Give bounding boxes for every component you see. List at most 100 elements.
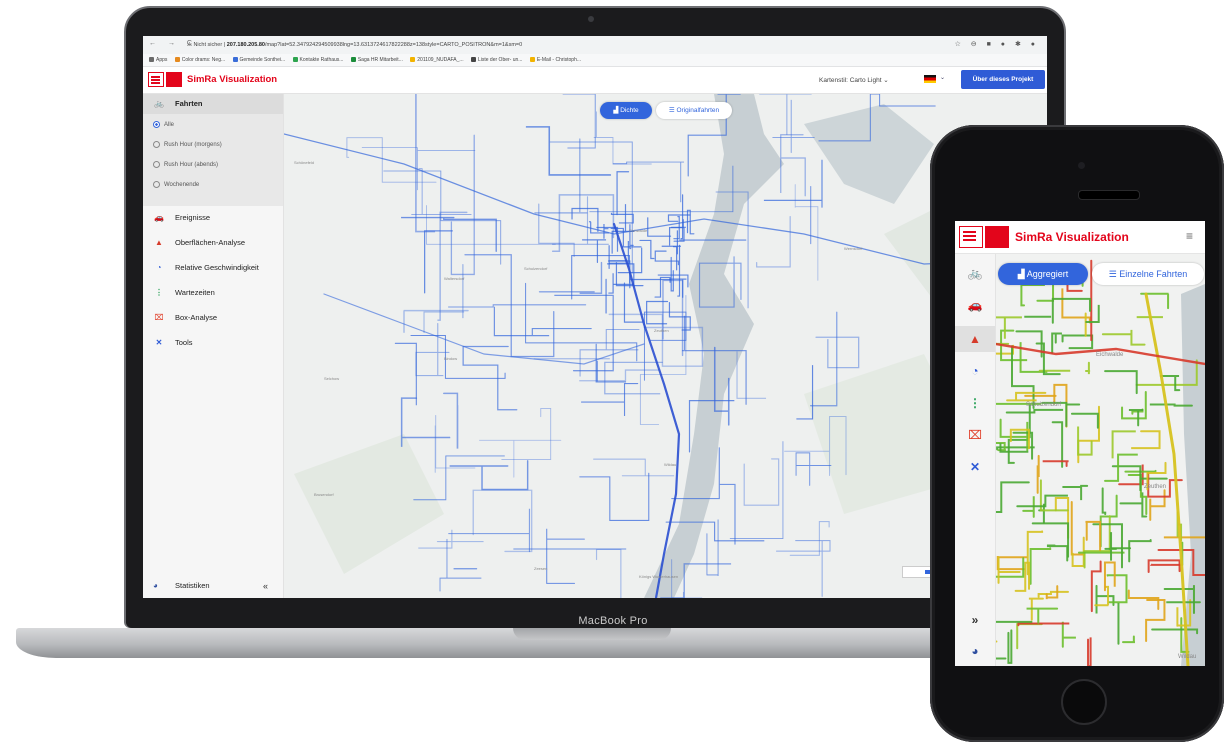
surface-quality-lines [996,259,1205,666]
sidebar-item-geschwindigkeit[interactable]: ◔ Relative Geschwindigkeit [143,258,283,278]
sidebar-item-oberflaechen[interactable]: ▲ Oberflächen-Analyse [143,233,283,253]
route-segment [472,489,533,553]
route-segment [677,244,681,297]
route-segment [1128,538,1152,563]
bicycle-icon[interactable]: 🚲 [955,260,995,286]
about-project-button[interactable]: Über dieses Projekt [961,70,1045,89]
speedometer-icon[interactable]: ◔ [955,358,995,384]
traffic-light-icon[interactable]: ⋮ [955,390,995,416]
filter-radio-weekend[interactable]: Wochenende [153,178,293,192]
route-segment [759,94,812,135]
box-select-icon[interactable]: ⌧ [955,422,995,448]
laptop-screen: ← → C ⚠ Nicht sicher | 207.180.205.80/ma… [143,36,1047,598]
sidebar-item-ereignisse[interactable]: 🚗 Ereignisse [143,208,283,228]
car-icon[interactable]: 🚗 [955,292,995,318]
route-segment [410,334,506,379]
filter-radio-rush-evening[interactable]: Rush Hour (abends) [153,158,293,172]
collapse-sidebar-icon[interactable]: « [263,576,268,596]
box-select-icon: ⌧ [154,313,164,322]
route-segment [1149,489,1166,521]
route-segment [579,369,660,382]
route-segment [1085,304,1100,324]
filter-radio-rush-morning[interactable]: Rush Hour (morgens) [153,138,293,152]
bookmark-item[interactable]: Apps [149,54,167,66]
tools-icon[interactable]: ✕ [955,454,995,480]
bookmark-item[interactable]: Liste der Ober- un... [470,54,522,66]
route-segment [589,165,734,213]
route-segment [780,134,806,197]
app-title[interactable]: SimRa Visualization [187,74,277,85]
phone-screen: SimRa Visualization ≡ 🚲 🚗 ▲ ◔ ⋮ ⌧ ✕ » ◕ … [955,221,1205,666]
extension-icons[interactable]: ☆ ⊖ ■ ● ✱ ● [955,40,1039,48]
toggle-aggregated[interactable]: ▟ Aggregiert [998,263,1088,285]
route-segment [580,382,639,416]
route-segment [538,203,575,257]
route-segment [415,323,450,377]
map-label: Zeuthen [654,328,669,333]
route-segment [729,441,784,539]
route-segment [1016,623,1043,650]
route-segment [996,620,1033,623]
radio-icon [153,181,160,188]
route-segment [1070,412,1099,429]
pie-chart-icon[interactable]: ◕ [955,638,995,664]
sidebar-item-fahrten[interactable]: 🚲 Fahrten [143,94,283,114]
route-segment [1054,496,1070,539]
route-segment [610,212,634,224]
phone-map-canvas[interactable]: ▟ Aggregiert ☰ Einzelne Fahrten Schulzen… [996,254,1205,666]
bookmark-item[interactable]: Saga HR Mitarbeit... [350,54,403,66]
route-segment [608,273,614,294]
bookmark-item[interactable]: 201109_NUDAFA_... [410,54,464,66]
chevron-down-icon[interactable]: ⌄ [940,74,945,81]
map-label: Eichwalde [629,228,648,233]
bookmark-icon [350,57,356,62]
german-flag-icon[interactable] [924,75,936,83]
sidebar-item-wartezeiten[interactable]: ⋮ Wartezeiten [143,283,283,303]
radio-icon [153,141,160,148]
bookmark-item[interactable]: Gemeinde Sonthei... [232,54,285,66]
bookmarks-bar: Apps Color drams: Neg... Gemeinde Sonthe… [143,54,1047,67]
address-bar[interactable]: ⚠ Nicht sicher | 207.180.205.80/map?lat=… [187,40,957,50]
filter-radio-alle[interactable]: Alle [153,118,293,132]
road-icon[interactable]: ▲ [955,326,995,352]
route-segment [1029,547,1052,585]
toggle-original-rides[interactable]: ☰ Originalfahrten [656,102,732,119]
route-segment [479,439,562,478]
toggle-density[interactable]: ▟ Dichte [600,102,652,119]
bookmark-item[interactable]: Color drams: Neg... [174,54,225,66]
phone-app-title[interactable]: SimRa Visualization [1015,230,1129,244]
map-label: Wildau [1178,654,1197,660]
route-segment [743,458,780,506]
route-segment [1061,621,1076,648]
hamburger-menu-icon[interactable]: ≡ [1186,229,1193,243]
phone-camera [1078,162,1085,169]
route-segment [1147,559,1181,573]
route-segment [439,538,482,592]
route-segment [1085,361,1091,375]
route-segment [1061,334,1094,350]
expand-sidebar-icon[interactable]: » [955,607,995,633]
sidebar-item-tools[interactable]: ✕ Tools [143,333,283,353]
bookmark-item[interactable]: Kontakte Rathaus... [292,54,343,66]
route-segment [361,147,476,191]
route-segment [551,194,615,253]
route-segment [554,294,614,372]
tools-icon: ✕ [155,338,163,347]
sidebar-item-label: Statistiken [175,581,210,590]
route-segment [1005,408,1064,414]
sidebar-item-box-analyse[interactable]: ⌧ Box-Analyse [143,308,283,328]
map-style-dropdown[interactable]: Kartenstil: Carto Light ⌄ [819,76,889,84]
toggle-single-rides[interactable]: ☰ Einzelne Fahrten [1092,263,1204,285]
tu-berlin-logo [959,226,983,248]
route-segment [1051,421,1064,468]
phone-home-button[interactable] [1061,679,1107,725]
map-label: Waltersdorf [444,276,465,281]
route-segment [450,134,475,276]
speedometer-icon: ◔ [156,263,162,272]
bookmark-item[interactable]: E-Mail - Christoph... [529,54,581,66]
sidebar-item-statistiken[interactable]: ◕ Statistiken « [143,576,283,596]
sidebar-item-label: Oberflächen-Analyse [175,238,246,247]
sidebar-item-label: Tools [175,338,193,347]
map-label: Bindow [444,356,458,361]
database-icon: ☰ [668,107,677,114]
